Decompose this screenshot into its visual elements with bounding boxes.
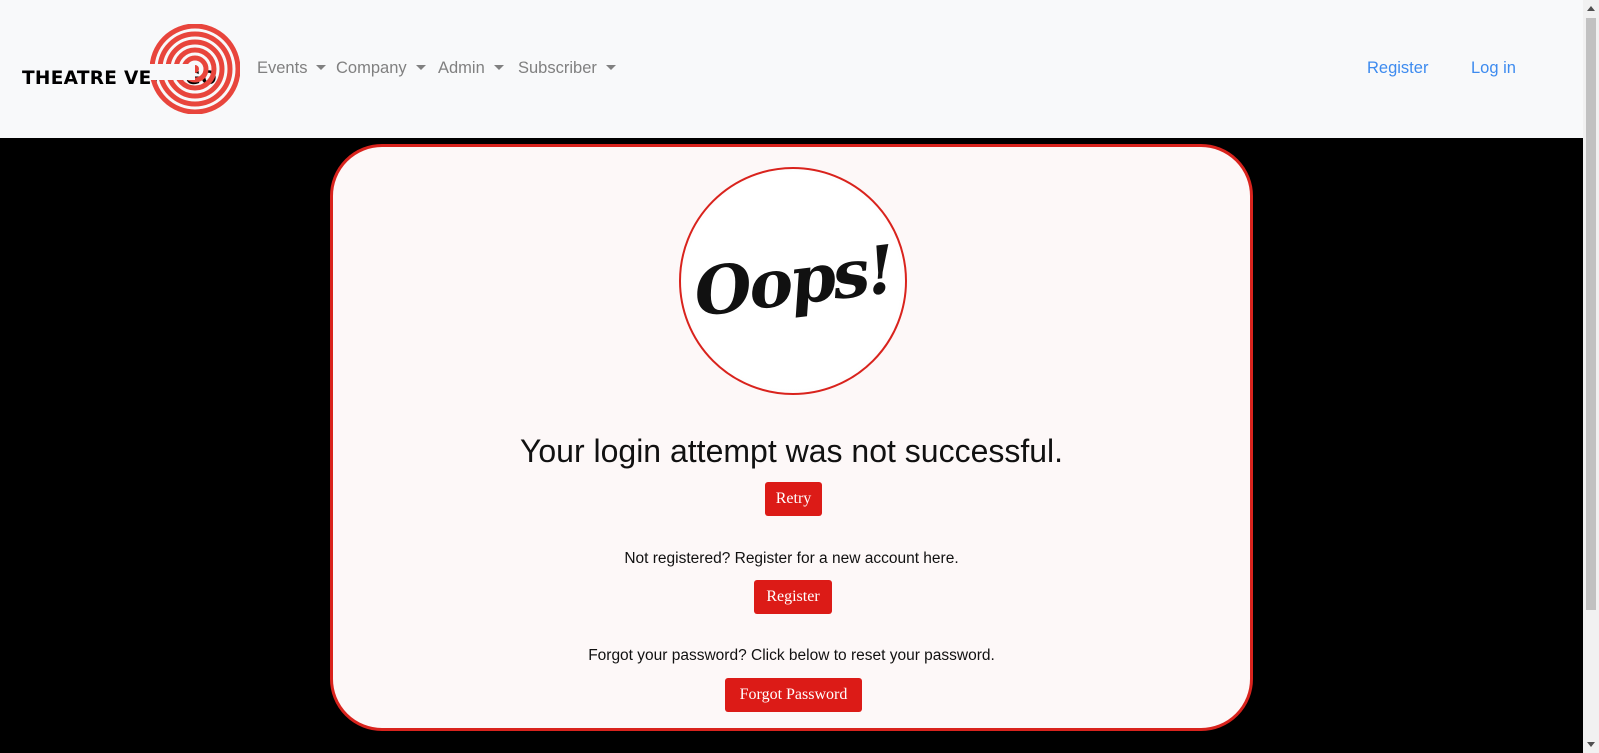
caret-down-icon <box>493 65 504 70</box>
page-title: Your login attempt was not successful. <box>519 433 1064 469</box>
caret-down-icon <box>605 65 616 70</box>
register-button[interactable]: Register <box>754 580 832 614</box>
oops-image: Oops! <box>679 167 907 395</box>
nav-subscriber-label: Subscriber <box>518 59 597 77</box>
nav-login-link[interactable]: Log in <box>1471 59 1516 78</box>
scrollbar-thumb[interactable] <box>1586 18 1596 610</box>
nav-admin-dropdown[interactable]: Admin <box>438 59 504 78</box>
nav-admin-label: Admin <box>438 59 485 77</box>
brand-logo-link[interactable]: THEATRE VERTIGO <box>20 24 240 114</box>
retry-button[interactable]: Retry <box>765 482 822 516</box>
scroll-up-arrow-icon[interactable] <box>1587 6 1595 11</box>
nav-company-label: Company <box>336 59 407 77</box>
forgot-password-note: Forgot your password? Click below to res… <box>588 647 995 664</box>
scroll-down-arrow-icon[interactable] <box>1587 742 1595 747</box>
nav-register-link[interactable]: Register <box>1367 59 1428 78</box>
caret-down-icon <box>316 65 327 70</box>
nav-company-dropdown[interactable]: Company <box>336 59 426 78</box>
vertigo-spiral-logo <box>150 24 240 114</box>
login-failed-card: Oops! Your login attempt was not success… <box>330 144 1253 731</box>
nav-events-dropdown[interactable]: Events <box>257 59 327 78</box>
caret-down-icon <box>415 65 426 70</box>
oops-text: Oops! <box>689 230 897 332</box>
nav-subscriber-dropdown[interactable]: Subscriber <box>518 59 616 78</box>
nav-events-label: Events <box>257 59 308 77</box>
vertical-scrollbar[interactable] <box>1583 0 1599 753</box>
forgot-password-button[interactable]: Forgot Password <box>725 678 862 712</box>
top-navbar: THEATRE VERTIGO Events Company Admin Sub… <box>0 0 1583 138</box>
register-note: Not registered? Register for a new accou… <box>624 550 959 567</box>
